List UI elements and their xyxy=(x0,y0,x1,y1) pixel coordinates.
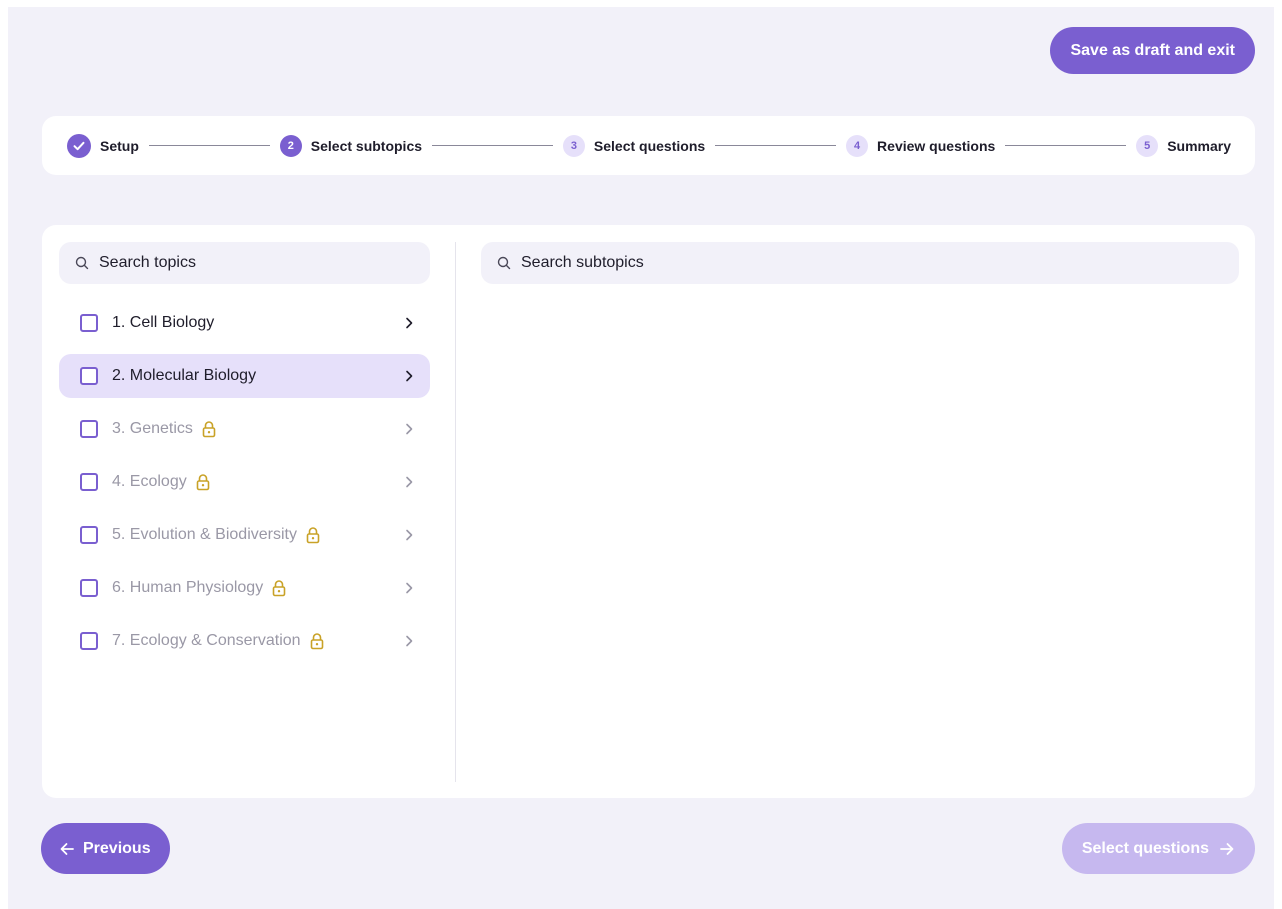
topic-checkbox[interactable] xyxy=(80,367,98,385)
arrow-right-icon xyxy=(1219,841,1235,857)
step-label: Select subtopics xyxy=(310,137,423,154)
step-number: 4 xyxy=(846,134,869,157)
search-icon xyxy=(75,256,89,270)
topic-label: 2. Molecular Biology xyxy=(112,367,257,384)
topic-checkbox[interactable] xyxy=(80,420,98,438)
chevron-right-icon[interactable] xyxy=(402,316,416,330)
save-draft-exit-button[interactable]: Save as draft and exit xyxy=(1050,27,1255,74)
topic-item[interactable]: 4. Ecology xyxy=(59,460,430,504)
select-questions-button-label: Select questions xyxy=(1081,839,1209,857)
subtopics-panel xyxy=(481,242,1239,284)
step-label: Setup xyxy=(100,137,139,154)
topics-panel: 1. Cell Biology 2. Molecular Biology 3. Ge… xyxy=(59,242,430,672)
previous-button[interactable]: Previous xyxy=(41,823,170,874)
page: Save as draft and exit Setup 2 Select su… xyxy=(8,7,1274,909)
topic-label: 3. Genetics xyxy=(112,420,193,437)
topic-label: 7. Ecology & Conservation xyxy=(112,632,301,649)
lock-icon xyxy=(271,579,287,597)
step-label: Select questions xyxy=(593,137,706,154)
search-topics-input[interactable] xyxy=(99,254,414,272)
stepper: Setup 2 Select subtopics 3 Select questi… xyxy=(42,116,1255,175)
panel-divider xyxy=(455,242,456,782)
topic-item[interactable]: 7. Ecology & Conservation xyxy=(59,619,430,663)
subtopics-search-box[interactable] xyxy=(481,242,1239,284)
step-number: 3 xyxy=(562,134,585,157)
chevron-right-icon[interactable] xyxy=(402,475,416,489)
topic-checkbox[interactable] xyxy=(80,526,98,544)
topic-label: 5. Evolution & Biodiversity xyxy=(112,526,297,543)
previous-button-label: Previous xyxy=(83,839,151,857)
lock-icon xyxy=(201,420,217,438)
step-connector xyxy=(715,145,837,146)
topic-checkbox[interactable] xyxy=(80,473,98,491)
topic-checkbox[interactable] xyxy=(80,632,98,650)
chevron-right-icon[interactable] xyxy=(402,422,416,436)
step-connector xyxy=(148,145,270,146)
step-select-subtopics[interactable]: 2 Select subtopics xyxy=(279,134,423,157)
topic-label: 4. Ecology xyxy=(112,473,187,490)
topic-item[interactable]: 5. Evolution & Biodiversity xyxy=(59,513,430,557)
topic-item[interactable]: 2. Molecular Biology xyxy=(59,354,430,398)
topic-item[interactable]: 3. Genetics xyxy=(59,407,430,451)
topic-label: 1. Cell Biology xyxy=(112,314,215,331)
step-number: 5 xyxy=(1136,134,1159,157)
chevron-right-icon[interactable] xyxy=(402,634,416,648)
step-connector xyxy=(1005,145,1127,146)
chevron-right-icon[interactable] xyxy=(402,369,416,383)
step-select-questions[interactable]: 3 Select questions xyxy=(562,134,706,157)
step-connector xyxy=(432,145,553,146)
topic-checkbox[interactable] xyxy=(80,314,98,332)
step-setup[interactable]: Setup xyxy=(67,133,139,158)
search-icon xyxy=(497,256,511,270)
topic-checkbox[interactable] xyxy=(80,579,98,597)
topics-search-box[interactable] xyxy=(59,242,430,284)
step-summary[interactable]: 5 Summary xyxy=(1136,134,1231,157)
topic-list: 1. Cell Biology 2. Molecular Biology 3. Ge… xyxy=(59,301,430,663)
step-number: 2 xyxy=(279,134,302,157)
search-subtopics-input[interactable] xyxy=(521,254,1223,272)
check-icon xyxy=(67,133,91,158)
step-review-questions[interactable]: 4 Review questions xyxy=(846,134,996,157)
topic-selection-card: 1. Cell Biology 2. Molecular Biology 3. Ge… xyxy=(42,225,1255,798)
arrow-left-icon xyxy=(59,841,75,857)
lock-icon xyxy=(305,526,321,544)
chevron-right-icon[interactable] xyxy=(402,581,416,595)
topic-item[interactable]: 6. Human Physiology xyxy=(59,566,430,610)
lock-icon xyxy=(195,473,211,491)
select-questions-button[interactable]: Select questions xyxy=(1061,823,1255,874)
step-label: Summary xyxy=(1167,137,1231,154)
chevron-right-icon[interactable] xyxy=(402,528,416,542)
step-label: Review questions xyxy=(877,137,996,154)
topic-item[interactable]: 1. Cell Biology xyxy=(59,301,430,345)
lock-icon xyxy=(309,632,325,650)
topic-label: 6. Human Physiology xyxy=(112,579,264,596)
